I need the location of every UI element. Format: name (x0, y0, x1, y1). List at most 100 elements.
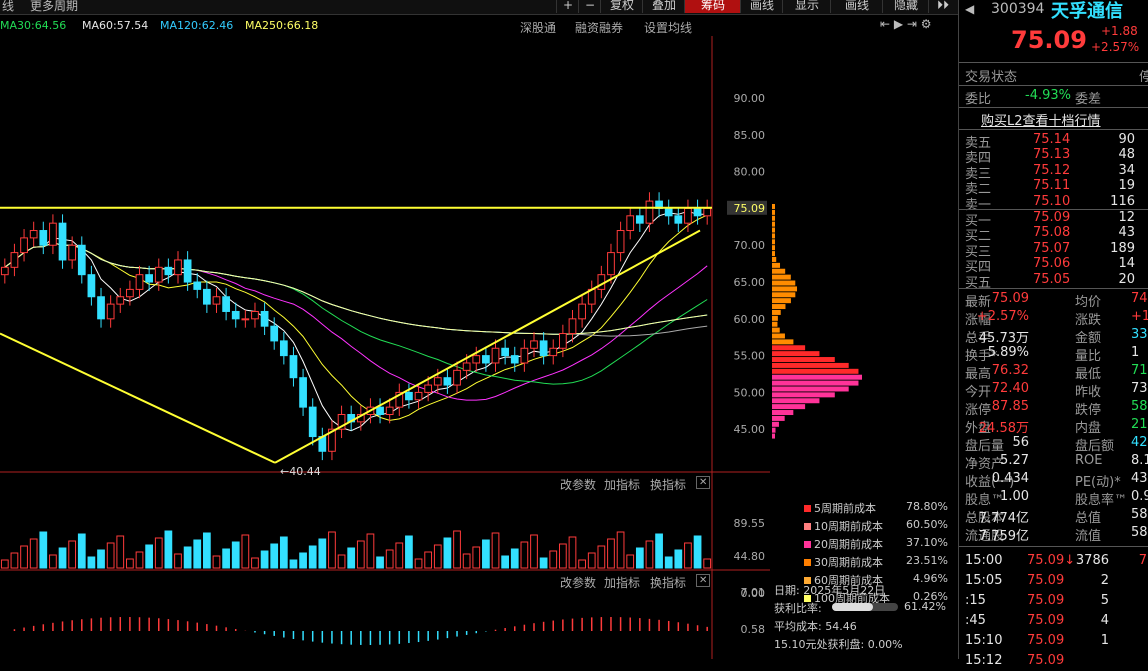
volume-bar (68, 540, 77, 569)
volume-bar (703, 558, 712, 569)
ask-volume: 34 (1118, 162, 1135, 178)
overlay-button[interactable]: 叠加 (642, 0, 685, 13)
quote-row: 外盘24.58万内盘21.1 (959, 417, 1148, 436)
macd-add-indicator-link[interactable]: 加指标 (604, 574, 640, 591)
hk-connect-link[interactable]: 深股通 (520, 19, 556, 36)
period-tab-line[interactable]: 线 (2, 0, 14, 14)
vol-edit-params-link[interactable]: 改参数 (560, 476, 596, 493)
quote-value-2: 33.9 (1131, 327, 1148, 342)
volume-bar (328, 531, 336, 569)
macd-switch-indicator-link[interactable]: 换指标 (650, 574, 686, 591)
candle-body (510, 355, 519, 364)
chip-bar (772, 292, 796, 298)
candle-body (520, 347, 529, 364)
quote-label-2: 盘后额 (1075, 439, 1115, 454)
chip-bar (772, 286, 798, 292)
volume-bar (154, 537, 163, 569)
chip-bar (772, 280, 796, 286)
ma60-label: MA60:57.54 (82, 19, 149, 32)
volume-bar (453, 530, 461, 569)
ma-settings-link[interactable]: 设置均线 (644, 19, 692, 36)
volume-bar (49, 554, 57, 569)
macd-edit-params-link[interactable]: 改参数 (560, 574, 596, 591)
quote-row: 净资产 5.27 ROE 8.1 (959, 453, 1148, 472)
play-forward-icon[interactable]: ⏵⏵ (928, 0, 957, 13)
kline-chart[interactable]: ←40.44 90.00 85.00 80.00 75.09 70.00 65.00 60.… (0, 36, 770, 659)
volume-bar (482, 539, 490, 569)
tick-volume: 2 (1100, 573, 1109, 588)
chip-bar (772, 421, 779, 427)
tick-time: 15:00 (965, 553, 1003, 568)
quote-label-2: 最低 (1075, 367, 1102, 382)
volume-bar (693, 535, 702, 569)
margin-trading-link[interactable]: 融资融券 (575, 19, 623, 36)
quote-label: 净资产 (965, 457, 1005, 472)
quote-panel: ◀ 300394 天孚通信 75.09 +1.88 +2.57% 交易状态 停 … (958, 0, 1148, 668)
volume-bar (279, 536, 288, 569)
quote-value-2: 74 (1131, 291, 1148, 306)
chip-distribution-button[interactable]: 筹码 (684, 0, 741, 13)
chip-bar (772, 304, 786, 310)
volume-bar (568, 536, 577, 569)
volume-bar (39, 531, 48, 569)
price-tick-label: 65.00 (734, 276, 766, 289)
chip-bar (772, 339, 794, 345)
candle-body (241, 318, 250, 321)
tick-list: 15:00 75.09↓ 3786 7 15:05 75.09 2:15 75.09 5:45 7… (959, 553, 1148, 668)
cost-legend-swatch (804, 505, 811, 512)
back-arrow-icon[interactable]: ◀ (965, 2, 974, 16)
tick-price: 75.09↓ (1027, 553, 1076, 568)
tick-volume: 5 (1100, 593, 1109, 608)
vol-close-icon[interactable]: ✕ (696, 476, 711, 489)
cost-legend-pct: 4.96% (913, 572, 948, 585)
price-tick-label: 90.00 (734, 92, 766, 105)
quote-row: 流通股7.759亿流值582. (959, 525, 1148, 544)
quote-value-2: 21.1 (1131, 417, 1148, 432)
bid-volume: 189 (1110, 240, 1135, 256)
candle-body (39, 230, 48, 246)
tick-time: :15 (965, 593, 986, 608)
candle-body (558, 333, 567, 349)
display-button[interactable]: 显示 (782, 0, 831, 13)
macd-tick-label: 0.58 (741, 623, 766, 636)
tick-row: :45 75.09 4 (959, 613, 1148, 631)
quote-label: 今开 (965, 385, 992, 400)
zoom-in-button[interactable]: + (556, 0, 579, 13)
vol-switch-indicator-link[interactable]: 换指标 (650, 476, 686, 493)
chip-bar (772, 404, 806, 410)
quote-value: 0.434 (991, 471, 1029, 486)
quote-value-2: 1 (1131, 345, 1140, 360)
tick-time: 15:05 (965, 573, 1003, 588)
quote-value-2: 42. (1131, 435, 1148, 450)
drawing-button[interactable]: 画线 (740, 0, 783, 13)
volume-bar (520, 541, 529, 569)
hide-button[interactable]: 隐藏 (882, 0, 929, 13)
chip-bar (772, 415, 785, 421)
chart-tools-icon[interactable]: ⇤ ▶ ⇥ ⚙ (880, 17, 932, 31)
weicha-label: 委差 (1075, 92, 1102, 107)
quote-label-2: 涨跌 (1075, 313, 1102, 328)
weibi-label: 委比 (965, 92, 992, 107)
candle-body (279, 340, 288, 357)
candle-body (87, 274, 96, 298)
profit-at-price: 15.10元处获利盘: 0.00% (774, 638, 903, 651)
chip-bar (772, 315, 778, 321)
candle-body (106, 303, 115, 320)
drawing-button-2[interactable]: 画线 (830, 0, 883, 13)
quote-row: 股息™ 1.00 股息率™ 0.9 (959, 489, 1148, 508)
macd-close-icon[interactable]: ✕ (696, 574, 711, 587)
chip-bar (772, 274, 791, 280)
quote-value: 45.73万 (978, 331, 1029, 346)
volume-bar (395, 542, 404, 569)
candle-body (433, 377, 442, 386)
chip-bar (772, 309, 781, 315)
volume-bar (202, 532, 211, 569)
tick-row: :15 75.09 5 (959, 593, 1148, 611)
buy-l2-link[interactable]: 购买L2查看十档行情 (981, 110, 1101, 129)
more-periods-menu[interactable]: 更多周期 (30, 0, 78, 14)
candle-body (472, 355, 481, 364)
vol-add-indicator-link[interactable]: 加指标 (604, 476, 640, 493)
zoom-out-button[interactable]: − (578, 0, 601, 13)
adjust-price-button[interactable]: 复权 (600, 0, 643, 13)
cost-legend-item: 10周期前成本 60.50% (770, 518, 956, 535)
